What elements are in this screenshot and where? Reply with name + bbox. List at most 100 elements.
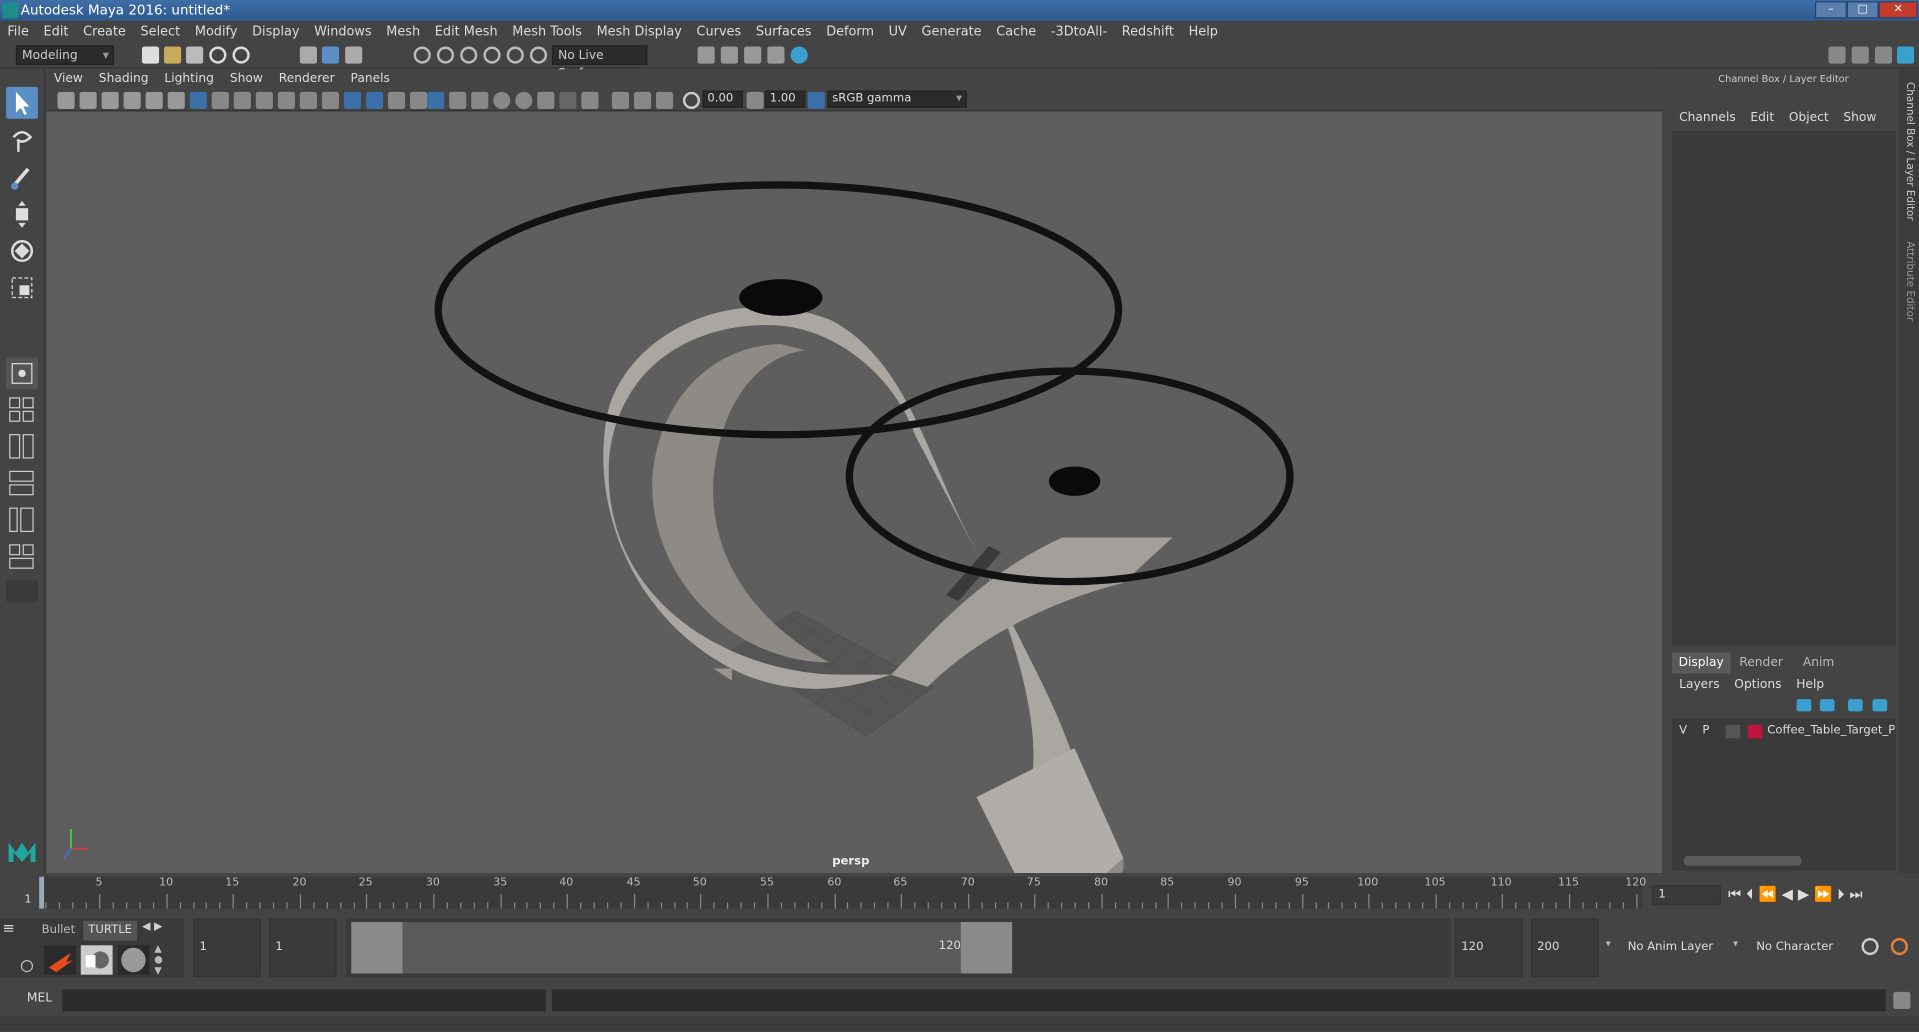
- object-menu[interactable]: Object: [1781, 109, 1836, 129]
- safe-action-icon[interactable]: [299, 91, 317, 109]
- anim-layer-dropdown[interactable]: No Anim Layer: [1621, 918, 1726, 978]
- tab-render[interactable]: Render: [1732, 652, 1790, 674]
- viewport-menu-lighting[interactable]: Lighting: [157, 70, 222, 88]
- viewport-menu-panels[interactable]: Panels: [343, 70, 398, 88]
- menu-cache[interactable]: Cache: [989, 21, 1044, 43]
- layer-visibility-toggle[interactable]: V: [1679, 724, 1687, 737]
- layer-type-box[interactable]: [1725, 724, 1741, 739]
- select-by-hierarchy-icon[interactable]: [299, 46, 317, 64]
- layer-horizontal-scrollbar[interactable]: [1684, 855, 1802, 866]
- menu-mesh[interactable]: Mesh: [379, 21, 428, 43]
- exposure-field[interactable]: 0.00: [702, 90, 743, 108]
- wireframe-icon[interactable]: [343, 91, 362, 109]
- step-back-key-icon[interactable]: ⏪: [1758, 885, 1781, 902]
- layer-playback-toggle[interactable]: P: [1702, 724, 1709, 737]
- animation-start-field[interactable]: 1: [193, 918, 261, 978]
- channels-menu[interactable]: Channels: [1672, 109, 1743, 129]
- play-forward-icon[interactable]: ▶: [1798, 885, 1814, 902]
- persp-graph-layout-icon[interactable]: [6, 504, 38, 536]
- turtle-surface-icon[interactable]: [117, 945, 150, 975]
- smooth-shade-icon[interactable]: [365, 91, 384, 109]
- scale-tool-icon[interactable]: [6, 272, 38, 304]
- time-slider[interactable]: 1 5 10 15 20 25 30 35 40 45 50 55 60 65 70 75 80 85 90 95 1…: [0, 874, 1919, 914]
- workspace-icon[interactable]: [1828, 46, 1846, 64]
- channel-box-side-tab[interactable]: Channel Box / Layer Editor: [1903, 82, 1915, 221]
- menu-mesh-tools[interactable]: Mesh Tools: [505, 21, 589, 43]
- camera-select-icon[interactable]: [57, 91, 75, 109]
- channel-box-panel[interactable]: [1671, 131, 1896, 646]
- maximize-button[interactable]: □: [1846, 1, 1879, 19]
- viewport-panel[interactable]: View Shading Lighting Show Renderer Panels: [46, 69, 1662, 874]
- channel-box-toggle-icon[interactable]: [1896, 46, 1915, 64]
- 2d-pan-zoom-icon[interactable]: [145, 91, 163, 109]
- range-bar[interactable]: [402, 922, 961, 974]
- bookmark-icon[interactable]: [101, 91, 119, 109]
- range-start-handle[interactable]: [351, 922, 403, 974]
- camera-attributes-icon[interactable]: [79, 91, 97, 109]
- grid-toggle-icon[interactable]: [189, 91, 207, 109]
- color-space-dropdown[interactable]: sRGB gamma ▾: [827, 90, 967, 108]
- options-menu[interactable]: Options: [1727, 676, 1789, 696]
- command-language-label[interactable]: MEL: [27, 992, 52, 1005]
- new-scene-icon[interactable]: [141, 46, 160, 64]
- persp-outliner-layout-icon[interactable]: [6, 468, 38, 500]
- playback-end-field[interactable]: 120: [1455, 918, 1523, 978]
- render-frame-icon[interactable]: [720, 46, 738, 64]
- textured-icon[interactable]: [427, 91, 445, 109]
- menu-select[interactable]: Select: [133, 21, 187, 43]
- attribute-editor-side-tab[interactable]: Attribute Editor: [1903, 241, 1915, 321]
- shelf-scroll-icon[interactable]: ▲ ● ▼: [154, 943, 166, 977]
- move-layer-up-icon[interactable]: [1796, 699, 1812, 712]
- exposure-icon[interactable]: [682, 91, 701, 109]
- current-frame-field[interactable]: 1: [1652, 885, 1721, 905]
- playback-start-field[interactable]: 1: [269, 918, 337, 978]
- ambient-occlusion-icon[interactable]: [493, 91, 511, 109]
- step-forward-icon[interactable]: ⏵: [1837, 885, 1849, 902]
- auto-key-icon[interactable]: [1861, 937, 1879, 956]
- turtle-bake-icon[interactable]: [80, 945, 113, 975]
- step-back-icon[interactable]: ⏴: [1746, 885, 1758, 902]
- turtle-render-icon[interactable]: [44, 945, 76, 975]
- viewport-menu-view[interactable]: View: [47, 70, 92, 88]
- gamma-field[interactable]: 1.00: [764, 90, 806, 108]
- range-end-handle[interactable]: [960, 922, 1013, 974]
- tab-display[interactable]: Display: [1671, 652, 1731, 674]
- menu-create[interactable]: Create: [76, 21, 133, 43]
- xray-components-icon[interactable]: [655, 91, 674, 109]
- xray-joints-icon[interactable]: [611, 91, 630, 109]
- menu-3dtoall[interactable]: -3DtoAll-: [1044, 21, 1115, 43]
- motion-blur-icon[interactable]: [515, 91, 533, 109]
- save-scene-icon[interactable]: [186, 46, 204, 64]
- animation-end-field[interactable]: 200: [1531, 918, 1599, 978]
- chevron-down-icon[interactable]: ▾: [1606, 938, 1611, 949]
- gate-mask-icon[interactable]: [255, 91, 273, 109]
- ipr-render-icon[interactable]: [744, 46, 762, 64]
- snap-view-plane-icon[interactable]: [483, 46, 501, 64]
- resolution-gate-icon[interactable]: [233, 91, 251, 109]
- last-tool-icon[interactable]: [6, 357, 38, 390]
- layer-color-swatch[interactable]: [1747, 724, 1763, 739]
- hypershade-icon[interactable]: [790, 46, 808, 64]
- menu-edit[interactable]: Edit: [36, 21, 76, 43]
- use-all-lights-icon[interactable]: [449, 91, 467, 109]
- help-menu[interactable]: Help: [1789, 676, 1832, 696]
- minimize-button[interactable]: –: [1814, 1, 1847, 19]
- safe-title-icon[interactable]: [321, 91, 340, 109]
- go-to-end-icon[interactable]: ⏭: [1850, 885, 1868, 902]
- select-by-object-icon[interactable]: [321, 46, 340, 64]
- undo-icon[interactable]: [209, 46, 227, 64]
- menu-windows[interactable]: Windows: [307, 21, 379, 43]
- gamma-icon[interactable]: [746, 91, 764, 109]
- current-time-indicator[interactable]: [39, 876, 45, 909]
- layers-menu[interactable]: Layers: [1672, 676, 1727, 696]
- close-button[interactable]: ✕: [1878, 1, 1918, 19]
- shelf-tab-scroll-icon[interactable]: ◀ ▶: [142, 921, 162, 933]
- shelf-tab-bullet[interactable]: Bullet: [42, 923, 76, 936]
- shadows-icon[interactable]: [471, 91, 489, 109]
- render-settings-icon[interactable]: [697, 46, 715, 64]
- time-ruler[interactable]: 5 10 15 20 25 30 35 40 45 50 55 60 65 70 75 80 85 90 95 100…: [39, 876, 1646, 909]
- menu-file[interactable]: File: [0, 21, 36, 43]
- snap-point-icon[interactable]: [460, 46, 478, 64]
- attribute-toggle-icon[interactable]: [1874, 46, 1893, 64]
- step-forward-key-icon[interactable]: ⏩: [1814, 885, 1837, 902]
